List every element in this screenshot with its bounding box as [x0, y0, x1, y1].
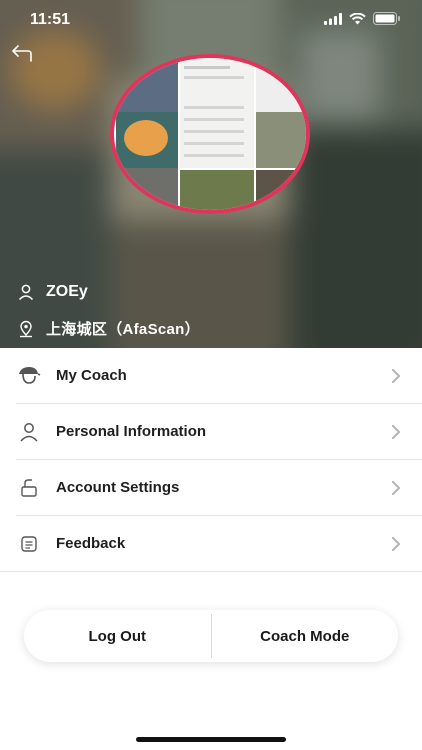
menu-item-feedback[interactable]: Feedback — [0, 516, 422, 572]
user-name: ZOEy — [46, 283, 88, 300]
user-name-row: ZOEy — [16, 282, 88, 302]
avatar-photo-collage — [114, 58, 306, 210]
battery-icon — [373, 12, 400, 25]
chevron-right-icon — [391, 480, 401, 496]
menu-item-personal-information[interactable]: Personal Information — [16, 404, 422, 460]
menu-item-label: Feedback — [56, 535, 126, 552]
wifi-icon — [349, 12, 366, 24]
action-button-group: Log Out Coach Mode — [24, 610, 398, 662]
person-icon — [16, 419, 42, 445]
chevron-right-icon — [391, 536, 401, 552]
chevron-right-icon — [391, 368, 401, 384]
menu-item-label: My Coach — [56, 367, 127, 384]
person-icon — [16, 282, 36, 302]
user-location-row: 上海城区（AfaScan） — [16, 318, 200, 339]
profile-header: 11:51 ZOEy 上海城区（AfaScan） — [0, 0, 422, 348]
settings-menu: My Coach Personal Information Account Se… — [0, 348, 422, 572]
status-bar: 11:51 — [0, 0, 422, 40]
feedback-icon — [16, 531, 42, 557]
chevron-right-icon — [391, 424, 401, 440]
menu-item-my-coach[interactable]: My Coach — [16, 348, 422, 404]
menu-item-account-settings[interactable]: Account Settings — [16, 460, 422, 516]
logout-button[interactable]: Log Out — [24, 610, 211, 662]
menu-item-label: Account Settings — [56, 479, 180, 496]
signal-icon — [324, 12, 342, 25]
coach-mode-button[interactable]: Coach Mode — [212, 610, 399, 662]
user-location: 上海城区（AfaScan） — [46, 321, 200, 338]
back-icon[interactable] — [10, 42, 36, 64]
location-pin-icon — [16, 319, 36, 339]
status-time: 11:51 — [30, 11, 71, 28]
home-indicator[interactable] — [136, 737, 286, 742]
avatar[interactable] — [110, 54, 310, 214]
coach-icon — [16, 363, 42, 389]
settings-icon — [16, 475, 42, 501]
menu-item-label: Personal Information — [56, 423, 207, 440]
